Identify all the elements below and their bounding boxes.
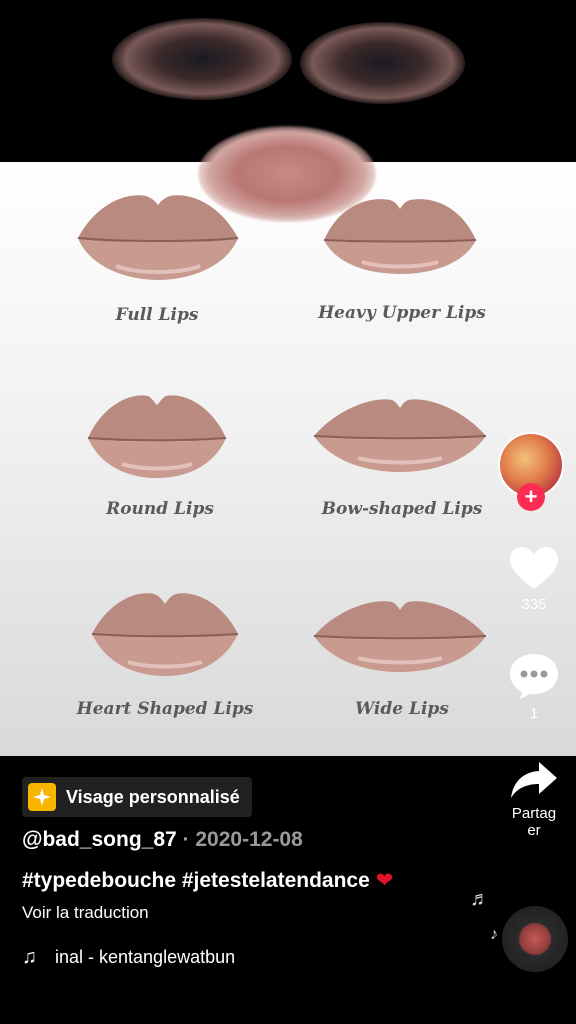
music-title: inal - kentanglewatbun xyxy=(55,947,236,967)
video-player[interactable]: Full Lips Heavy Upper Lips Round Lips Bo… xyxy=(0,0,576,756)
share-label: Partag er xyxy=(511,805,557,839)
music-note-icon: ♫ xyxy=(22,946,37,968)
plus-icon: + xyxy=(524,484,538,509)
author-line: @bad_song_87 · 2020-12-08 xyxy=(22,828,303,852)
lip-label: Bow-shaped Lips xyxy=(321,499,483,519)
translate-link[interactable]: Voir la traduction xyxy=(22,903,149,923)
music-info[interactable]: ♫ inal - kentanglewatbun xyxy=(22,946,235,969)
comment-icon xyxy=(510,654,558,699)
right-eye-image xyxy=(300,22,465,104)
wide-lips-illustration xyxy=(313,601,487,672)
lip-label: Wide Lips xyxy=(355,699,449,719)
mouth-cutout-image xyxy=(198,126,376,222)
follow-button[interactable]: + xyxy=(517,483,545,511)
effect-badge[interactable]: Visage personnalisé xyxy=(22,777,252,817)
caption-hashtags[interactable]: #typedebouche #jetestelatendance xyxy=(22,869,376,892)
heart-icon xyxy=(510,547,558,589)
lip-label: Heavy Upper Lips xyxy=(318,303,486,323)
share-button[interactable]: Partag er xyxy=(500,760,568,839)
lip-label: Round Lips xyxy=(106,499,214,519)
comment-button[interactable]: 1 xyxy=(503,652,565,722)
comment-count: 1 xyxy=(529,705,539,722)
like-button[interactable]: 335 xyxy=(503,545,565,613)
round-lips-illustration xyxy=(87,395,227,478)
bow-shaped-lips-illustration xyxy=(313,399,487,472)
share-icon xyxy=(511,762,557,798)
lip-label: Full Lips xyxy=(115,305,199,325)
like-count: 335 xyxy=(521,596,547,613)
lip-types-chart: Full Lips Heavy Upper Lips Round Lips Bo… xyxy=(0,162,576,756)
caption: #typedebouche #jetestelatendance ❤ xyxy=(22,868,393,893)
heart-emoji: ❤ xyxy=(375,869,394,892)
effect-label: Visage personnalisé xyxy=(66,786,240,807)
lip-label: Heart Shaped Lips xyxy=(76,699,254,719)
post-date: 2020-12-08 xyxy=(195,828,303,851)
music-note-icon: ♬ xyxy=(470,888,490,910)
music-disc-icon[interactable] xyxy=(502,906,568,972)
author-username[interactable]: @bad_song_87 xyxy=(22,828,177,851)
date-separator: · xyxy=(176,828,196,851)
left-eye-image xyxy=(112,18,292,100)
music-note-icon: ♪ xyxy=(490,926,498,943)
sparkle-icon xyxy=(28,783,56,811)
heart-shaped-lips-illustration xyxy=(91,593,239,676)
